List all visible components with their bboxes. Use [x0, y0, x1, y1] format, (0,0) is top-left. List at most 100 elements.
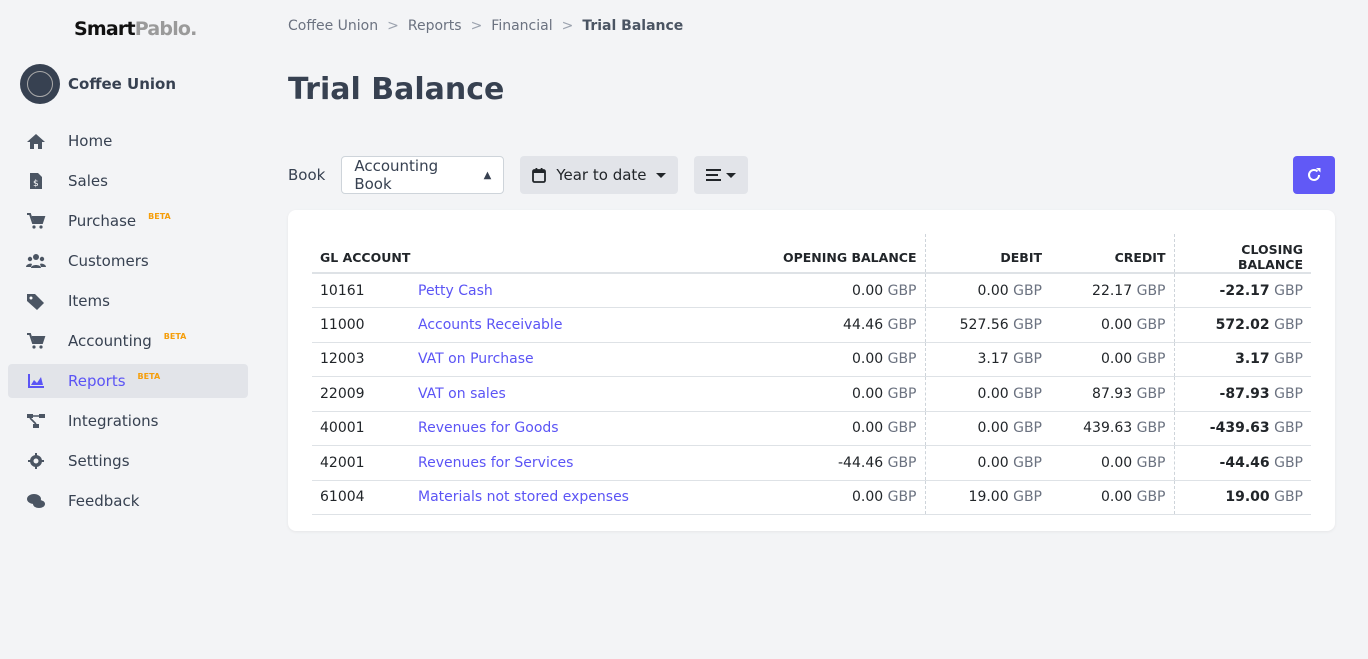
opening-balance: 0.00 GBP [703, 376, 925, 412]
account-code: 42001 [312, 445, 410, 481]
closing-balance: 3.17 GBP [1173, 342, 1311, 377]
table-row: 40001 Revenues for Goods 0.00 GBP 0.00 G… [312, 411, 1311, 446]
account-code: 22009 [312, 376, 410, 412]
currency: GBP [1274, 385, 1303, 402]
currency: GBP [1136, 351, 1166, 368]
currency: GBP [1274, 489, 1303, 506]
breadcrumb-separator: > [387, 18, 399, 34]
currency: GBP [1013, 385, 1042, 402]
closing-balance: -87.93 GBP [1173, 376, 1311, 412]
col-opening-balance: OPENING BALANCE [703, 234, 925, 274]
network-icon [27, 414, 45, 428]
debit: 0.00 GBP [924, 411, 1050, 446]
organization-name: Coffee Union [68, 75, 177, 93]
opening-balance: 0.00 GBP [703, 342, 925, 377]
account-name-link[interactable]: Accounts Receivable [410, 307, 703, 343]
beta-badge: BETA [163, 331, 187, 341]
sidebar-item-label: Items [68, 292, 110, 310]
currency: GBP [887, 489, 917, 506]
sidebar-item-label: Home [68, 132, 113, 150]
opening-balance: 0.00 GBP [703, 411, 925, 446]
cart-icon [27, 333, 46, 349]
sidebar: SmartPablo. Coffee Union Home $ Sales Purch… [0, 0, 260, 659]
trial-balance-table: GL ACCOUNT OPENING BALANCE DEBIT CREDIT … [312, 234, 1311, 515]
table-row: 61004 Materials not stored expenses 0.00… [312, 480, 1311, 515]
sidebar-item-label: Integrations [68, 412, 159, 430]
sidebar-item-integrations[interactable]: Integrations [8, 404, 248, 438]
caret-down-icon [655, 172, 666, 178]
currency: GBP [887, 351, 917, 368]
debit: 0.00 GBP [924, 273, 1050, 308]
table-row: 11000 Accounts Receivable 44.46 GBP 527.… [312, 307, 1311, 343]
table-row: 22009 VAT on sales 0.00 GBP 0.00 GBP 87.… [312, 376, 1311, 412]
currency: GBP [1274, 282, 1303, 299]
currency: GBP [1136, 282, 1166, 299]
credit: 87.93 GBP [1050, 376, 1174, 412]
sidebar-item-customers[interactable]: Customers [8, 244, 248, 278]
caret-down-icon [725, 172, 736, 178]
currency: GBP [1013, 316, 1042, 333]
smartpablo-logo[interactable]: SmartPablo. [74, 18, 197, 40]
currency: GBP [1274, 316, 1303, 333]
sidebar-item-home[interactable]: Home [8, 124, 248, 158]
users-icon [26, 254, 46, 268]
toolbar: Book Accounting Book ▲︎ Year to date [288, 156, 1335, 194]
account-name-link[interactable]: Revenues for Goods [410, 411, 703, 446]
menu-icon [705, 169, 721, 181]
currency: GBP [1013, 454, 1042, 471]
sidebar-item-sales[interactable]: $ Sales [8, 164, 248, 198]
page-title: Trial Balance [288, 72, 505, 107]
table-row: 10161 Petty Cash 0.00 GBP 0.00 GBP 22.17… [312, 273, 1311, 308]
closing-balance: -22.17 GBP [1173, 273, 1311, 308]
breadcrumb-item[interactable]: Financial [491, 18, 552, 34]
organization-switcher[interactable]: Coffee Union [20, 64, 176, 104]
col-gl-account: GL ACCOUNT [312, 234, 703, 274]
breadcrumb-separator: > [561, 18, 574, 34]
credit: 0.00 GBP [1050, 342, 1174, 377]
sidebar-item-label: Settings [68, 452, 130, 470]
currency: GBP [1274, 351, 1303, 368]
table-row: 12003 VAT on Purchase 0.00 GBP 3.17 GBP … [312, 342, 1311, 377]
sidebar-item-reports[interactable]: Reports BETA [8, 364, 248, 398]
currency: GBP [887, 454, 917, 471]
account-name-link[interactable]: Petty Cash [410, 273, 703, 308]
svg-text:$: $ [33, 179, 39, 189]
breadcrumb-item[interactable]: Coffee Union [288, 18, 378, 34]
sidebar-item-label: Feedback [68, 492, 140, 510]
avatar [20, 64, 60, 104]
col-debit: DEBIT [924, 234, 1050, 274]
sidebar-item-accounting[interactable]: Accounting BETA [8, 324, 248, 358]
sidebar-item-label: Accounting [68, 332, 152, 350]
credit: 0.00 GBP [1050, 307, 1174, 343]
cart-icon [27, 213, 46, 229]
credit: 0.00 GBP [1050, 480, 1174, 515]
book-label: Book [288, 166, 326, 184]
book-select[interactable]: Accounting Book ▲︎ [341, 156, 505, 194]
breadcrumb-separator: > [470, 18, 483, 34]
currency: GBP [1274, 420, 1303, 437]
sidebar-item-settings[interactable]: Settings [8, 444, 248, 478]
account-code: 12003 [312, 342, 410, 377]
opening-balance: 0.00 GBP [703, 480, 925, 515]
sidebar-item-feedback[interactable]: Feedback [8, 484, 248, 518]
breadcrumb-item[interactable]: Reports [408, 18, 462, 34]
breadcrumb-item: Trial Balance [582, 18, 684, 34]
currency: GBP [1136, 420, 1166, 437]
currency: GBP [1136, 316, 1166, 333]
options-dropdown[interactable] [693, 156, 748, 194]
account-name-link[interactable]: VAT on sales [410, 376, 703, 412]
account-name-link[interactable]: Revenues for Services [410, 445, 703, 481]
currency: GBP [1013, 420, 1042, 437]
account-name-link[interactable]: Materials not stored expenses [410, 480, 703, 515]
currency: GBP [1013, 489, 1042, 506]
account-name-link[interactable]: VAT on Purchase [410, 342, 703, 377]
closing-balance: -44.46 GBP [1173, 445, 1311, 481]
sidebar-item-items[interactable]: Items [8, 284, 248, 318]
currency: GBP [1274, 454, 1303, 471]
refresh-button[interactable] [1293, 156, 1335, 194]
sidebar-item-label: Reports [68, 372, 126, 390]
account-code: 40001 [312, 411, 410, 446]
period-dropdown[interactable]: Year to date [520, 156, 678, 194]
sidebar-item-purchase[interactable]: Purchase BETA [8, 204, 248, 238]
currency: GBP [887, 420, 917, 437]
